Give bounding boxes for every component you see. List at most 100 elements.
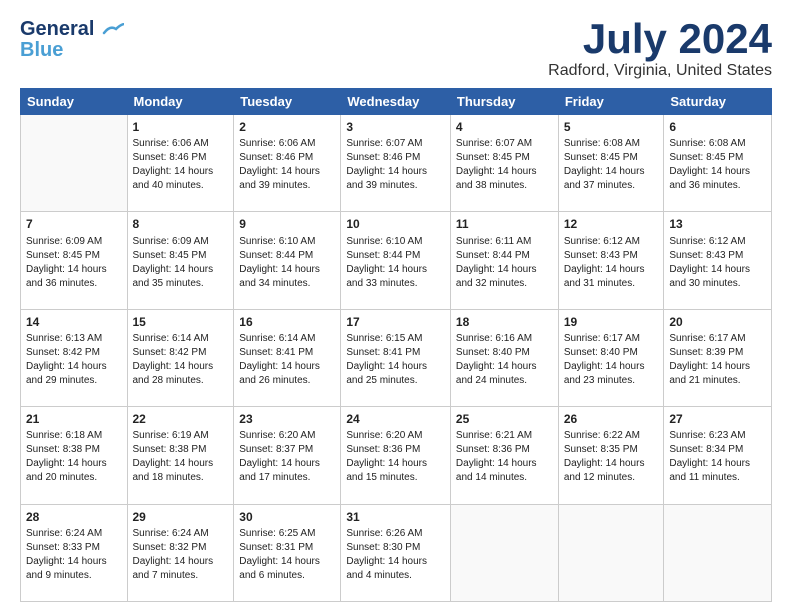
calendar-cell: 1 Sunrise: 6:06 AMSunset: 8:46 PMDaylight…: [127, 115, 234, 212]
location: Radford, Virginia, United States: [548, 62, 772, 80]
cell-info: Sunrise: 6:10 AMSunset: 8:44 PMDaylight:…: [346, 235, 445, 291]
calendar-cell: 27 Sunrise: 6:23 AMSunset: 8:34 PMDayligh…: [664, 407, 772, 504]
day-number: 15: [133, 314, 229, 330]
cell-info: Sunrise: 6:18 AMSunset: 8:38 PMDaylight:…: [26, 429, 122, 485]
calendar-week-0: 1 Sunrise: 6:06 AMSunset: 8:46 PMDaylight…: [21, 115, 772, 212]
day-number: 31: [346, 509, 445, 525]
calendar-cell: 31 Sunrise: 6:26 AMSunset: 8:30 PMDayligh…: [341, 504, 451, 601]
calendar-cell: 15Sunrise: 6:14 AMSunset: 8:42 PMDayligh…: [127, 309, 234, 406]
calendar-cell: 17 Sunrise: 6:15 AMSunset: 8:41 PMDayligh…: [341, 309, 451, 406]
cell-info: Sunrise: 6:09 AMSunset: 8:45 PMDaylight:…: [133, 235, 229, 291]
calendar-week-1: 7 Sunrise: 6:09 AMSunset: 8:45 PMDaylight…: [21, 212, 772, 309]
calendar-cell: 22Sunrise: 6:19 AMSunset: 8:38 PMDayligh…: [127, 407, 234, 504]
calendar-week-3: 21 Sunrise: 6:18 AMSunset: 8:38 PMDayligh…: [21, 407, 772, 504]
calendar-cell: 18 Sunrise: 6:16 AMSunset: 8:40 PMDayligh…: [450, 309, 558, 406]
day-number: 24: [346, 411, 445, 427]
day-number: 1: [133, 119, 229, 135]
day-header-friday: Friday: [558, 89, 664, 115]
day-number: 23: [239, 411, 335, 427]
calendar-cell: 20 Sunrise: 6:17 AMSunset: 8:39 PMDayligh…: [664, 309, 772, 406]
calendar-header-row: SundayMondayTuesdayWednesdayThursdayFrid…: [21, 89, 772, 115]
day-number: 14: [26, 314, 122, 330]
header: General Blue July 2024 Radford, Virginia…: [20, 18, 772, 80]
day-number: 4: [456, 119, 553, 135]
month-title: July 2024: [548, 18, 772, 60]
calendar-cell: 14 Sunrise: 6:13 AMSunset: 8:42 PMDayligh…: [21, 309, 128, 406]
day-number: 20: [669, 314, 766, 330]
cell-info: Sunrise: 6:12 AMSunset: 8:43 PMDaylight:…: [669, 235, 766, 291]
cell-info: Sunrise: 6:25 AMSunset: 8:31 PMDaylight:…: [239, 527, 335, 583]
cell-info: Sunrise: 6:09 AMSunset: 8:45 PMDaylight:…: [26, 235, 122, 291]
calendar-cell: 2 Sunrise: 6:06 AMSunset: 8:46 PMDaylight…: [234, 115, 341, 212]
day-number: 13: [669, 216, 766, 232]
day-number: 3: [346, 119, 445, 135]
day-number: 27: [669, 411, 766, 427]
cell-info: Sunrise: 6:22 AMSunset: 8:35 PMDaylight:…: [564, 429, 659, 485]
day-number: 28: [26, 509, 122, 525]
day-number: 18: [456, 314, 553, 330]
cell-info: Sunrise: 6:06 AMSunset: 8:46 PMDaylight:…: [133, 137, 229, 193]
day-header-monday: Monday: [127, 89, 234, 115]
day-number: 17: [346, 314, 445, 330]
day-number: 29: [133, 509, 229, 525]
cell-info: Sunrise: 6:23 AMSunset: 8:34 PMDaylight:…: [669, 429, 766, 485]
cell-info: Sunrise: 6:15 AMSunset: 8:41 PMDaylight:…: [346, 332, 445, 388]
cell-info: Sunrise: 6:13 AMSunset: 8:42 PMDaylight:…: [26, 332, 122, 388]
cell-info: Sunrise: 6:24 AMSunset: 8:33 PMDaylight:…: [26, 527, 122, 583]
calendar-cell: 16Sunrise: 6:14 AMSunset: 8:41 PMDayligh…: [234, 309, 341, 406]
cell-info: Sunrise: 6:17 AMSunset: 8:40 PMDaylight:…: [564, 332, 659, 388]
day-number: 5: [564, 119, 659, 135]
day-number: 2: [239, 119, 335, 135]
cell-info: Sunrise: 6:07 AMSunset: 8:46 PMDaylight:…: [346, 137, 445, 193]
calendar-cell: [450, 504, 558, 601]
calendar-cell: [21, 115, 128, 212]
calendar-cell: 5 Sunrise: 6:08 AMSunset: 8:45 PMDaylight…: [558, 115, 664, 212]
cell-info: Sunrise: 6:12 AMSunset: 8:43 PMDaylight:…: [564, 235, 659, 291]
cell-info: Sunrise: 6:14 AMSunset: 8:41 PMDaylight:…: [239, 332, 335, 388]
day-number: 19: [564, 314, 659, 330]
page: General Blue July 2024 Radford, Virginia…: [0, 0, 792, 612]
calendar-cell: [664, 504, 772, 601]
cell-info: Sunrise: 6:11 AMSunset: 8:44 PMDaylight:…: [456, 235, 553, 291]
day-header-tuesday: Tuesday: [234, 89, 341, 115]
calendar-cell: 30 Sunrise: 6:25 AMSunset: 8:31 PMDayligh…: [234, 504, 341, 601]
calendar-cell: 21 Sunrise: 6:18 AMSunset: 8:38 PMDayligh…: [21, 407, 128, 504]
logo-bird-icon: [102, 23, 124, 37]
calendar-cell: 24Sunrise: 6:20 AMSunset: 8:36 PMDayligh…: [341, 407, 451, 504]
day-number: 11: [456, 216, 553, 232]
cell-info: Sunrise: 6:08 AMSunset: 8:45 PMDaylight:…: [564, 137, 659, 193]
cell-info: Sunrise: 6:17 AMSunset: 8:39 PMDaylight:…: [669, 332, 766, 388]
calendar-cell: 29 Sunrise: 6:24 AMSunset: 8:32 PMDayligh…: [127, 504, 234, 601]
calendar-cell: 8 Sunrise: 6:09 AMSunset: 8:45 PMDaylight…: [127, 212, 234, 309]
calendar-cell: 25Sunrise: 6:21 AMSunset: 8:36 PMDayligh…: [450, 407, 558, 504]
day-header-thursday: Thursday: [450, 89, 558, 115]
day-number: 26: [564, 411, 659, 427]
day-number: 21: [26, 411, 122, 427]
calendar-cell: 6 Sunrise: 6:08 AMSunset: 8:45 PMDaylight…: [664, 115, 772, 212]
calendar-cell: 7 Sunrise: 6:09 AMSunset: 8:45 PMDaylight…: [21, 212, 128, 309]
calendar-cell: [558, 504, 664, 601]
calendar-cell: 10Sunrise: 6:10 AMSunset: 8:44 PMDayligh…: [341, 212, 451, 309]
calendar-cell: 9Sunrise: 6:10 AMSunset: 8:44 PMDaylight…: [234, 212, 341, 309]
day-number: 7: [26, 216, 122, 232]
calendar-cell: 12 Sunrise: 6:12 AMSunset: 8:43 PMDayligh…: [558, 212, 664, 309]
cell-info: Sunrise: 6:21 AMSunset: 8:36 PMDaylight:…: [456, 429, 553, 485]
day-number: 22: [133, 411, 229, 427]
cell-info: Sunrise: 6:06 AMSunset: 8:46 PMDaylight:…: [239, 137, 335, 193]
day-number: 8: [133, 216, 229, 232]
cell-info: Sunrise: 6:16 AMSunset: 8:40 PMDaylight:…: [456, 332, 553, 388]
day-number: 12: [564, 216, 659, 232]
day-number: 30: [239, 509, 335, 525]
cell-info: Sunrise: 6:07 AMSunset: 8:45 PMDaylight:…: [456, 137, 553, 193]
cell-info: Sunrise: 6:26 AMSunset: 8:30 PMDaylight:…: [346, 527, 445, 583]
day-header-sunday: Sunday: [21, 89, 128, 115]
cell-info: Sunrise: 6:24 AMSunset: 8:32 PMDaylight:…: [133, 527, 229, 583]
title-block: July 2024 Radford, Virginia, United Stat…: [548, 18, 772, 80]
cell-info: Sunrise: 6:08 AMSunset: 8:45 PMDaylight:…: [669, 137, 766, 193]
cell-info: Sunrise: 6:10 AMSunset: 8:44 PMDaylight:…: [239, 235, 335, 291]
logo-text: General: [20, 18, 124, 41]
calendar-week-4: 28 Sunrise: 6:24 AMSunset: 8:33 PMDayligh…: [21, 504, 772, 601]
calendar-table: SundayMondayTuesdayWednesdayThursdayFrid…: [20, 88, 772, 602]
calendar-cell: 19 Sunrise: 6:17 AMSunset: 8:40 PMDayligh…: [558, 309, 664, 406]
day-number: 6: [669, 119, 766, 135]
